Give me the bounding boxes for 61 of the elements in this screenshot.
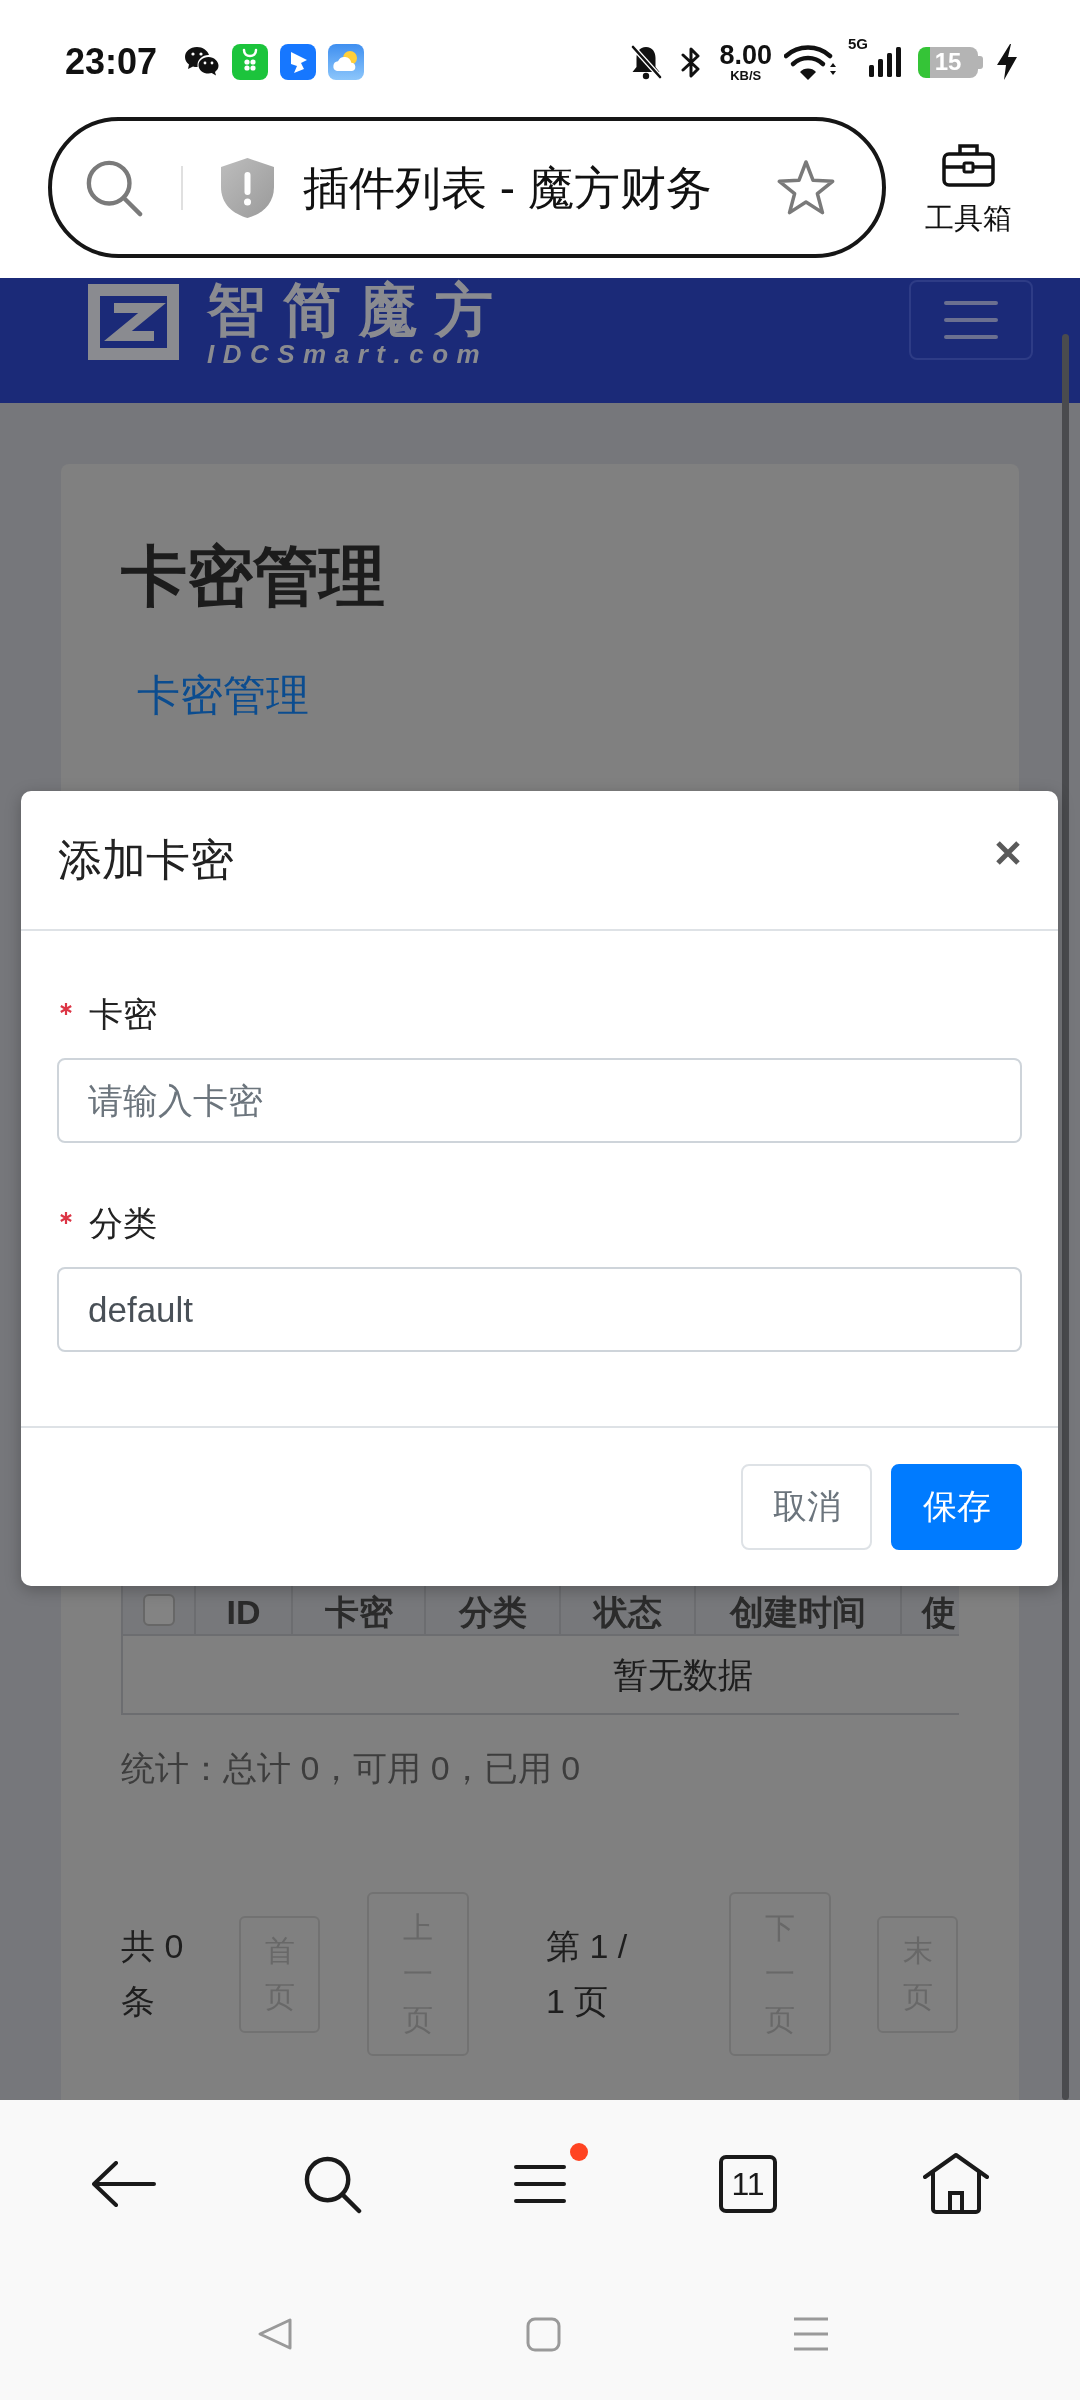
checkbox[interactable] bbox=[142, 1594, 175, 1626]
page-title: 插件列表 - 魔方财务 bbox=[303, 160, 712, 216]
square-home-icon bbox=[525, 2316, 561, 2352]
column-header: ID bbox=[226, 1592, 261, 1632]
tab-count-button[interactable]: 11 bbox=[719, 2155, 777, 2213]
bell-muted-icon bbox=[629, 44, 664, 80]
address-bar[interactable]: 插件列表 - 魔方财务 bbox=[48, 117, 886, 258]
shopping-bag-app-icon bbox=[232, 44, 269, 80]
column-header: 分类 bbox=[458, 1592, 527, 1632]
battery-indicator: 15 bbox=[918, 46, 983, 78]
column-header: 状态 bbox=[593, 1592, 662, 1632]
toolbox-icon bbox=[942, 143, 995, 187]
page-info: 第 1 / 1 页 bbox=[546, 1926, 629, 2022]
cancel-button[interactable]: 取消 bbox=[741, 1464, 872, 1550]
menu-icon bbox=[944, 300, 998, 340]
search-icon bbox=[85, 158, 143, 217]
clock: 23:07 bbox=[65, 42, 158, 82]
wifi-icon bbox=[784, 43, 836, 81]
close-icon bbox=[995, 840, 1021, 866]
dialog-title: 添加卡密 bbox=[58, 834, 234, 886]
total-count: 共 0 条 bbox=[121, 1926, 185, 2022]
system-recents-button[interactable] bbox=[793, 2317, 829, 2351]
network-type: 5G bbox=[848, 35, 868, 52]
input-field[interactable]: default bbox=[57, 1267, 1022, 1352]
triangle-back-icon bbox=[257, 2316, 293, 2352]
column-header: 卡密 bbox=[324, 1592, 393, 1632]
empty-table-message: 暂无数据 bbox=[613, 1653, 753, 1696]
toolbox-button[interactable]: 工具箱 bbox=[925, 143, 1012, 236]
field-label: 卡密 bbox=[89, 994, 157, 1035]
column-header: 创建时间 bbox=[730, 1592, 866, 1632]
bluetooth-icon bbox=[681, 45, 702, 79]
home-icon bbox=[923, 2153, 989, 2215]
logo-icon bbox=[88, 284, 179, 360]
save-button[interactable]: 保存 bbox=[891, 1464, 1022, 1550]
lightning-icon bbox=[997, 44, 1017, 80]
chat-bubbles-icon bbox=[184, 46, 221, 78]
stats-summary: 统计：总计 0，可用 0，已用 0 bbox=[121, 1748, 582, 1789]
signal-bars-icon bbox=[869, 47, 901, 77]
menu-icon bbox=[514, 2165, 566, 2203]
weather-icon bbox=[328, 44, 365, 80]
logo-name: 智简魔方 bbox=[207, 280, 511, 340]
shield-warning-icon bbox=[220, 156, 275, 219]
home-button[interactable] bbox=[923, 2153, 989, 2215]
arrow-left-icon bbox=[92, 2161, 156, 2207]
network-speed: 8.00 bbox=[719, 41, 772, 69]
close-button[interactable] bbox=[995, 840, 1021, 866]
recents-lines-icon bbox=[793, 2317, 829, 2351]
column-header: 使 bbox=[922, 1592, 956, 1632]
search-icon bbox=[302, 2154, 362, 2214]
wing-app-icon bbox=[280, 44, 317, 80]
speed-unit: KB/S bbox=[730, 68, 762, 83]
input-field[interactable]: 请输入卡密 bbox=[57, 1058, 1022, 1143]
system-home-button[interactable] bbox=[525, 2316, 561, 2352]
back-button[interactable] bbox=[92, 2161, 156, 2207]
page-heading: 卡密管理 bbox=[121, 538, 386, 615]
logo-domain: IDCSmart.com bbox=[207, 340, 490, 368]
field-label: 分类 bbox=[89, 1203, 157, 1244]
star-icon[interactable] bbox=[777, 160, 835, 215]
system-back-button[interactable] bbox=[257, 2316, 293, 2352]
search-button[interactable] bbox=[302, 2154, 362, 2214]
tab-link[interactable]: 卡密管理 bbox=[137, 667, 309, 723]
